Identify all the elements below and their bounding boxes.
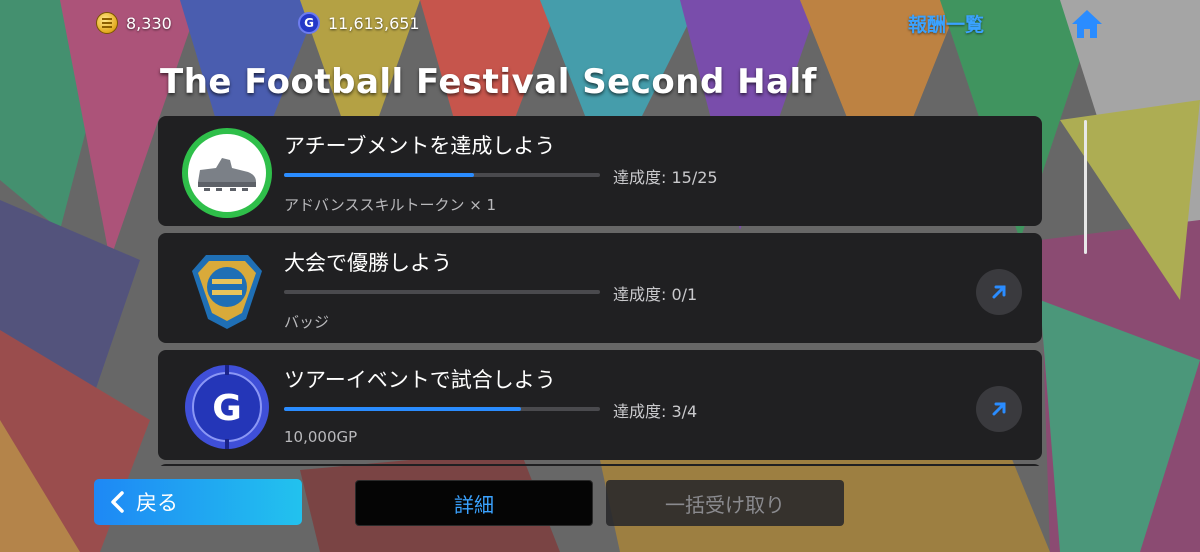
reward-list-link[interactable]: 報酬一覧 [908,10,984,37]
reward-text: 10,000GP [284,428,358,446]
mission-card[interactable]: G ツアーイベントで試合しよう 達成度: 3/4 10,000GP [158,350,1042,460]
back-button-label: 戻る [136,491,178,515]
coin-amount: 8,330 [126,13,172,33]
coin-balance: 8,330 [96,10,172,36]
gp-amount: 11,613,651 [328,13,420,33]
arrow-up-right-icon [992,285,1006,299]
progress-bar [284,173,600,177]
progress-text: 達成度: 15/25 [613,168,718,187]
gp-icon: G [298,12,320,34]
home-icon[interactable] [1070,8,1104,40]
page-title: The Football Festival Second Half [160,62,817,102]
progress-fill [284,173,474,177]
details-button[interactable]: 詳細 [355,480,593,526]
mission-list[interactable]: アチーブメントを達成しよう 達成度: 15/25 アドバンススキルトークン × … [158,116,1042,466]
progress-fill [284,407,521,411]
coin-icon [96,12,118,34]
boot-icon [182,128,272,218]
go-to-mission-button[interactable] [976,269,1022,315]
progress-text: 達成度: 3/4 [613,402,698,421]
gp-coin-icon: G [185,365,269,449]
mission-card[interactable]: アチーブメントを達成しよう 達成度: 15/25 アドバンススキルトークン × … [158,116,1042,226]
back-button[interactable]: 戻る [94,479,302,525]
claim-all-button[interactable]: 一括受け取り [606,480,844,526]
gp-balance: G 11,613,651 [298,10,420,36]
progress-bar [284,407,600,411]
badge-icon [192,255,262,329]
go-to-mission-button[interactable] [976,386,1022,432]
reward-text: アドバンススキルトークン × 1 [284,196,497,214]
arrow-up-right-icon [992,402,1006,416]
scrollbar[interactable] [1084,120,1087,254]
chevron-left-icon [111,491,124,513]
mission-card[interactable]: 大会で優勝しよう 達成度: 0/1 バッジ [158,233,1042,343]
svg-text:G: G [212,388,242,429]
mission-title: アチーブメントを達成しよう [284,134,556,158]
mission-card-partial[interactable] [158,464,1042,466]
reward-text: バッジ [284,313,330,331]
mission-title: 大会で優勝しよう [284,251,452,275]
mission-title: ツアーイベントで試合しよう [284,368,556,392]
progress-bar [284,290,600,294]
progress-text: 達成度: 0/1 [613,285,698,304]
